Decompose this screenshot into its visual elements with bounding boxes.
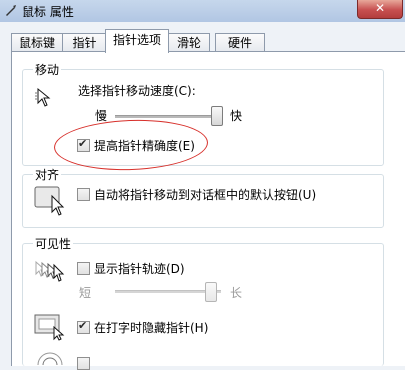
motion-group-label: 移动 [33,61,62,78]
show-location-checkbox[interactable] [77,357,90,370]
speed-label: 选择指针移动速度(C): [78,84,196,98]
long-label: 长 [230,286,243,300]
speed-slider-track[interactable] [115,115,221,118]
tab-mouse-buttons[interactable]: 鼠标键 [11,33,63,52]
show-location-icon [37,352,63,365]
trails-checkbox[interactable] [77,262,90,275]
mouse-icon [6,5,16,16]
hide-typing-checkbox[interactable] [77,319,90,334]
snap-checkbox[interactable] [77,188,90,201]
hide-typing-label[interactable]: 在打字时隐藏指针(H) [94,319,208,336]
trail-length-slider-thumb[interactable] [205,282,218,302]
title-bar: 鼠标 属性 ✕ [0,0,405,23]
short-label: 短 [79,286,92,300]
pointer-speed-icon [35,87,51,107]
tab-wheel[interactable]: 滑轮 [168,33,210,52]
visibility-group-label: 可见性 [33,235,74,252]
trails-label[interactable]: 显示指针轨迹(D) [94,260,185,277]
tab-hardware[interactable]: 硬件 [215,33,265,52]
snap-group-label: 对齐 [33,166,62,183]
snap-to-icon [34,186,65,216]
fast-label: 快 [230,109,243,123]
speed-slider-thumb[interactable] [210,106,223,126]
tab-pointer-options[interactable]: 指针选项 [105,29,169,53]
snap-label[interactable]: 自动将指针移动到对话框中的默认按钮(U) [94,186,316,203]
tab-pointers[interactable]: 指针 [62,33,107,52]
pointer-trails-icon [35,260,65,282]
window-title: 鼠标 属性 [22,5,74,19]
close-button[interactable]: ✕ [357,0,403,19]
hide-while-typing-icon [34,314,65,341]
